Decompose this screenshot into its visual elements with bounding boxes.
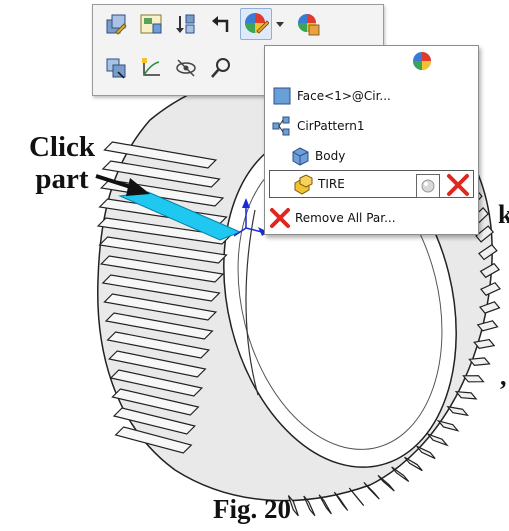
part-icon [292, 173, 314, 195]
callout-part-text: part [35, 163, 89, 195]
appearance-dropdown-menu: Face<1>@Cir... CirPattern1 Body TIRE Rem… [264, 45, 479, 235]
callout-click-text: Click [28, 131, 96, 163]
menu-item-tire[interactable]: TIRE [269, 170, 474, 198]
gear-tooth [391, 466, 410, 483]
appearance-swatch[interactable] [416, 174, 440, 198]
menu-item-body[interactable]: Body [265, 142, 502, 169]
menu-item-label: CirPattern1 [297, 118, 365, 133]
sort-button[interactable] [171, 9, 201, 39]
menu-item-remove-all[interactable]: Remove All Par... [265, 204, 482, 231]
sort-icon [176, 14, 195, 34]
figure-label: Fig. 20 [213, 494, 291, 524]
hide-icon [176, 59, 196, 77]
gear-tooth [468, 357, 491, 366]
sketch-icon [142, 58, 160, 76]
cropped-edge-text: k [498, 200, 509, 229]
gear-tooth [446, 405, 470, 417]
gear-tooth [454, 390, 478, 400]
delete-icon [447, 174, 469, 196]
gear-tooth [348, 487, 365, 506]
pattern-icon [271, 115, 293, 137]
gear-tooth [426, 432, 449, 447]
appearance-icon [413, 52, 431, 70]
sphere-icon [421, 179, 435, 193]
menu-item-label: Remove All Par... [295, 210, 396, 225]
cropped-edge-punctuation: , [500, 362, 507, 391]
appearance-dropdown-button[interactable] [273, 9, 287, 39]
appearance-alt-icon [298, 14, 320, 36]
body-icon [289, 145, 311, 167]
gear-tooth [377, 474, 395, 492]
back-arrow-icon [212, 16, 229, 32]
appearance-alt-button[interactable] [293, 9, 323, 39]
menu-item-label: Body [315, 148, 346, 163]
gear-tooth [462, 375, 485, 383]
move-component-button[interactable] [101, 53, 131, 83]
insert-component-icon [140, 14, 162, 34]
figure-stage: Click part k , Fig. 20 Face<1>@Cir... Ci… [0, 0, 509, 531]
move-component-icon [106, 58, 126, 79]
zoom-to-selection-button[interactable] [206, 53, 236, 83]
back-button[interactable] [206, 9, 236, 39]
remove-appearance-button[interactable] [445, 172, 471, 198]
zoom-to-selection-icon [211, 58, 230, 78]
sketch-button[interactable] [136, 53, 166, 83]
appearance-button[interactable] [240, 8, 272, 40]
menu-item-face[interactable]: Face<1>@Cir... [265, 82, 484, 109]
gear-tooth [416, 445, 436, 460]
menu-item-cirpattern[interactable]: CirPattern1 [265, 112, 484, 139]
menu-item-label: Face<1>@Cir... [297, 88, 391, 103]
menu-item-label: TIRE [318, 177, 345, 191]
edit-part-button[interactable] [101, 9, 131, 39]
gear-tooth [436, 419, 460, 432]
edit-part-icon [106, 14, 127, 35]
face-icon [271, 85, 293, 107]
gear-tooth [333, 491, 349, 511]
delete-icon [269, 207, 291, 229]
appearance-icon [245, 13, 269, 34]
gear-tooth [404, 456, 423, 472]
dropdown-header-appearance[interactable] [411, 50, 433, 76]
insert-component-button[interactable] [136, 9, 166, 39]
dropdown-chevron-icon [276, 22, 284, 27]
hide-button[interactable] [171, 53, 201, 83]
